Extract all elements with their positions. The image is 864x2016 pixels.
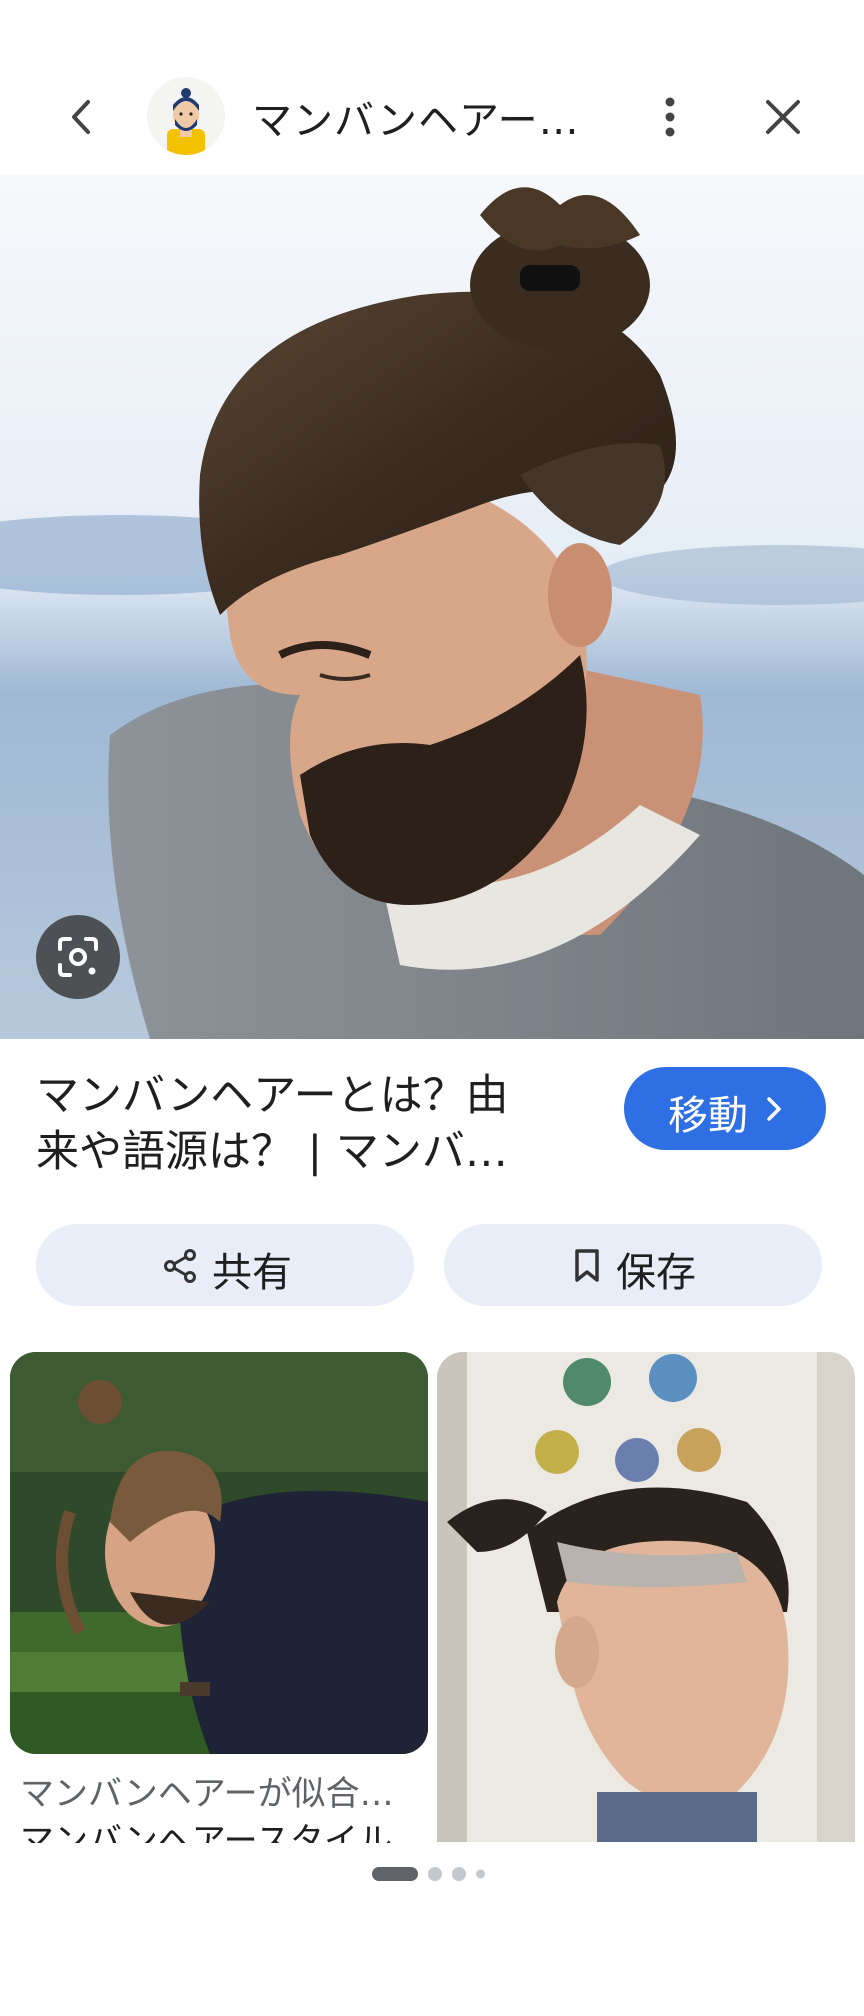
page-dot — [428, 1867, 442, 1881]
page-indicator-dots — [372, 1867, 485, 1881]
result-title-line1: マンバンヘアーとは？由 — [36, 1071, 509, 1121]
related-caption-source: マンバンヘアーが似合… — [20, 1774, 394, 1814]
close-button[interactable] — [758, 92, 808, 142]
avatar-illustration-icon — [147, 77, 225, 155]
more-vert-icon — [665, 97, 675, 137]
page-dot — [476, 1869, 485, 1879]
save-button[interactable]: 保存 — [444, 1224, 822, 1306]
back-button[interactable] — [58, 92, 108, 142]
site-avatar[interactable] — [147, 77, 225, 155]
share-icon — [164, 1249, 196, 1283]
lens-search-icon — [58, 937, 98, 977]
result-title[interactable]: マンバンヘアーとは？由 来や語源は？ | マンバ… — [36, 1068, 596, 1180]
related-image-1[interactable] — [10, 1352, 428, 1754]
lens-search-button[interactable] — [36, 915, 120, 999]
page-dot-active — [372, 1867, 418, 1881]
related-photo-2 — [437, 1352, 855, 1842]
related-image-2[interactable] — [437, 1352, 855, 1842]
page-dot — [452, 1867, 466, 1881]
save-label: 保存 — [616, 1250, 696, 1296]
goto-label: 移動 — [668, 1093, 748, 1139]
chevron-left-icon — [72, 100, 90, 134]
close-icon — [766, 100, 800, 134]
page-indicator — [372, 1866, 502, 1882]
bookmark-icon — [575, 1249, 599, 1282]
related-caption-title: マンバンヘアースタイル — [20, 1821, 392, 1845]
related-photo-1 — [10, 1352, 428, 1754]
main-image[interactable] — [0, 175, 864, 1039]
share-label: 共有 — [212, 1250, 292, 1296]
result-title-line2: 来や語源は？ | マンバ… — [36, 1127, 508, 1177]
chevron-right-icon — [767, 1097, 781, 1121]
more-options-button[interactable] — [650, 92, 690, 142]
page-title: マンバンヘアー… — [252, 98, 580, 144]
share-button[interactable]: 共有 — [36, 1224, 414, 1306]
man-bun-photo — [0, 175, 864, 1039]
goto-button[interactable]: 移動 — [624, 1067, 826, 1150]
